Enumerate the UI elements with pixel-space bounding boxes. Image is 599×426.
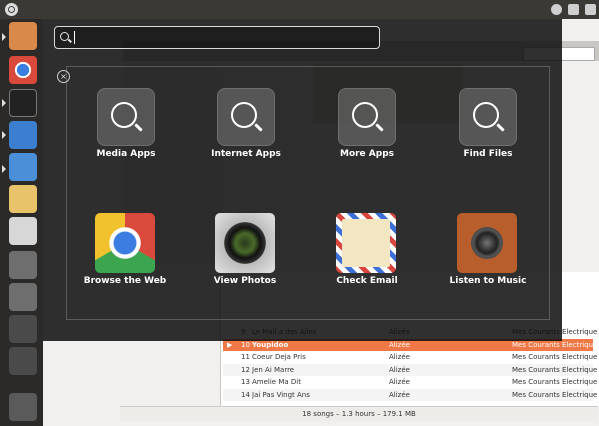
text-caret [74, 31, 75, 44]
track-title: Coeur Deja Pris [252, 353, 306, 361]
running-indicator [2, 33, 6, 41]
usb-drive-icon[interactable] [9, 347, 37, 375]
track-title: Jen Ai Marre [252, 365, 295, 374]
player-status-bar: 18 songs – 1.3 hours – 179.1 MB [120, 406, 598, 421]
running-indicator [2, 99, 6, 107]
search-bar[interactable] [54, 26, 380, 49]
trash-icon[interactable] [9, 393, 37, 421]
home-folder-icon[interactable] [9, 22, 37, 50]
more-apps-label: More Apps [339, 149, 395, 159]
track-title: Amelie Ma Dit [252, 378, 301, 386]
camera-lens-icon[interactable] [215, 213, 275, 273]
close-icon[interactable]: × [57, 70, 70, 83]
speaker-icon[interactable] [457, 213, 517, 273]
track-artist: Alizée [389, 390, 410, 399]
listen-music-label: Listen to Music [449, 276, 527, 286]
network-icon[interactable] [551, 4, 562, 15]
track-artist: Alizée [389, 353, 410, 361]
globe-lens-icon[interactable] [217, 88, 275, 146]
view-photos-label: View Photos [213, 276, 277, 286]
track-album: Mes Courants Electriques [512, 353, 597, 361]
usb-drive-icon[interactable] [9, 315, 37, 343]
top-panel [0, 0, 599, 19]
text-editor-icon[interactable] [9, 185, 37, 213]
check-email-label: Check Email [336, 276, 398, 286]
file-lens-icon[interactable] [459, 88, 517, 146]
files-lens-icon[interactable] [9, 283, 37, 311]
table-row[interactable]: 13 Amelie Ma Dit Alizée Mes Courants Electr… [223, 376, 597, 388]
search-input[interactable] [73, 29, 373, 46]
browse-web-label: Browse the Web [83, 276, 167, 286]
track-title: Jai Pas Vingt Ans [252, 390, 310, 399]
chat-icon[interactable] [9, 153, 37, 181]
track-artist: Alizée [389, 365, 410, 374]
workspace-switcher-icon[interactable] [9, 217, 37, 245]
find-files-label: Find Files [463, 149, 513, 159]
track-artist: Alizée [389, 378, 410, 386]
plus-lens-icon[interactable] [338, 88, 396, 146]
ubuntu-logo-icon[interactable] [5, 3, 18, 16]
table-row[interactable]: 14 Jai Pas Vingt Ans Alizée Mes Courants El… [223, 388, 597, 401]
track-album: Mes Courants Electriques [512, 365, 597, 374]
media-apps-label: Media Apps [96, 149, 156, 159]
track-album: Mes Courants Electriques [512, 378, 597, 386]
banshee-icon[interactable] [9, 121, 37, 149]
mail-indicator-icon[interactable] [568, 4, 579, 15]
table-row[interactable]: 12 Jen Ai Marre Alizée Mes Courants Electri… [223, 363, 597, 376]
launcher [0, 19, 43, 426]
apps-lens-icon[interactable] [9, 251, 37, 279]
running-indicator [2, 165, 6, 173]
table-row[interactable]: 11 Coeur Deja Pris Alizée Mes Courants Elec… [223, 351, 597, 363]
running-indicator [2, 131, 6, 139]
terminal-icon[interactable] [9, 89, 37, 117]
search-icon [60, 32, 69, 41]
track-album: Mes Courants Electriques [512, 390, 597, 399]
play-lens-icon[interactable] [97, 88, 155, 146]
session-icon[interactable] [585, 4, 596, 15]
chrome-launcher-icon[interactable] [9, 56, 37, 84]
envelope-icon[interactable] [336, 213, 396, 273]
chrome-icon[interactable] [95, 213, 155, 273]
internet-apps-label: Internet Apps [211, 149, 281, 159]
